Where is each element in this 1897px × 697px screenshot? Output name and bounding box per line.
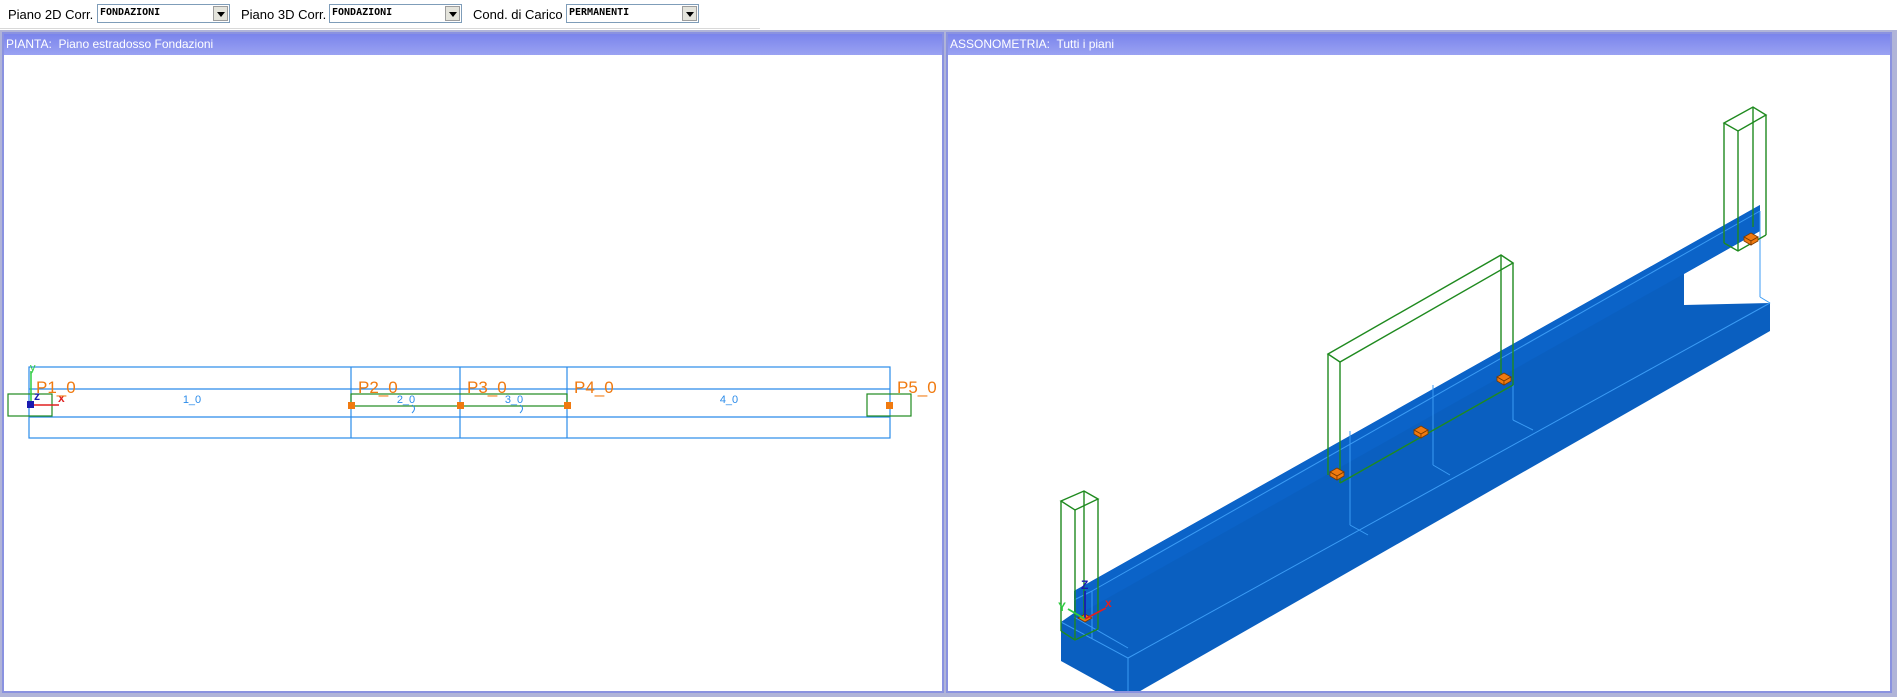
axis-label-x: x [1105,596,1112,610]
workspace: PIANTA: Piano estradosso Fondazioni y x … [0,30,1897,697]
node-marker [564,402,571,409]
beam-label: 3_0 [505,394,523,406]
chevron-down-icon[interactable] [445,6,460,21]
plane-3d-select[interactable]: FONDAZIONI [329,4,462,23]
foundation-beam [1060,205,1771,691]
column-label: P4_0 [574,378,614,397]
node-marker [457,402,464,409]
beam-label: 4_0 [720,394,738,406]
node-marker [348,402,355,409]
plan-view-canvas[interactable]: y x z P1_0 P2_0 P3_0 P4_0 P5_0 1_0 2_0 3… [4,55,942,691]
plane-2d-value: FONDAZIONI [100,7,161,18]
load-condition-label: Cond. di Carico [473,7,563,22]
axo-view-canvas[interactable]: Z Y x [948,55,1890,691]
beam-label: 2_0 [397,394,415,406]
plan-view-pane[interactable]: PIANTA: Piano estradosso Fondazioni y x … [2,32,944,693]
axis-label-y: y [30,362,36,374]
column-labels: P1_0 P2_0 P3_0 P4_0 P5_0 [36,378,937,397]
axo-view-title: ASSONOMETRIA: Tutti i piani [948,34,1890,55]
plan-view-title: PIANTA: Piano estradosso Fondazioni [4,34,942,55]
column-label: P1_0 [36,378,76,397]
plane-2d-label: Piano 2D Corr. [8,7,94,22]
column-label: P3_0 [467,378,507,397]
load-condition-value: PERMANENTI [569,7,630,18]
node-marker [886,402,893,409]
chevron-down-icon[interactable] [682,6,697,21]
beam-label: 1_0 [183,394,201,406]
axis-label-z: Z [1081,578,1088,592]
plane-3d-label: Piano 3D Corr. [241,7,327,22]
column-label: P2_0 [358,378,398,397]
axis-label-y: Y [1058,600,1066,614]
plane-2d-select[interactable]: FONDAZIONI [97,4,230,23]
plane-3d-value: FONDAZIONI [332,7,393,18]
load-condition-select[interactable]: PERMANENTI [566,4,699,23]
toolbar: Piano 2D Corr. FONDAZIONI Piano 3D Corr.… [0,0,760,29]
chevron-down-icon[interactable] [213,6,228,21]
axo-view-pane[interactable]: ASSONOMETRIA: Tutti i piani Z Y x [946,32,1892,693]
column-label: P5_0 [897,378,937,397]
